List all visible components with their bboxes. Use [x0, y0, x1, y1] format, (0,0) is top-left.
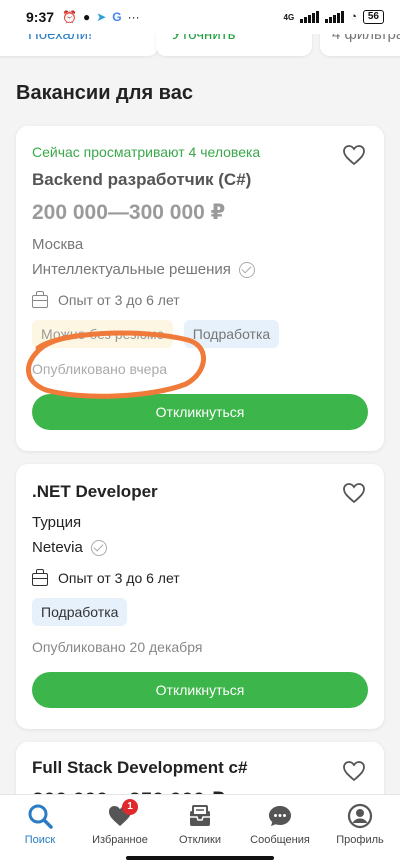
nav-profile-label: Профиль [336, 834, 384, 846]
nav-messages-label: Сообщения [250, 834, 310, 846]
city: Турция [32, 514, 82, 531]
chat-icon [267, 803, 293, 829]
respond-button[interactable]: Откликнуться [32, 672, 368, 708]
company[interactable]: Netevia [32, 539, 107, 556]
vacancy-card[interactable]: .NET Developer Турция Netevia Опыт от 3 … [16, 464, 384, 729]
vacancy-card[interactable]: Сейчас просматривают 4 человека Backend … [16, 126, 384, 451]
status-system-icons: 4G ◔ 56 [284, 10, 384, 24]
published-date: Опубликовано 20 декабря [32, 639, 203, 655]
signal-icon [300, 11, 320, 23]
status-notification-icons: ⏰ ● ➤ G ··· [62, 10, 140, 24]
profile-icon [347, 803, 373, 829]
salary: 200 000—300 000 ₽ [32, 201, 226, 224]
chat-bubble-icon: ● [82, 10, 91, 24]
more-dots-icon: ··· [127, 10, 140, 24]
verified-check-icon [238, 261, 255, 278]
company-name: Интеллектуальные решения [32, 261, 231, 278]
status-time: 9:37 [26, 9, 55, 25]
favorite-heart-icon[interactable] [342, 760, 366, 782]
briefcase-icon [32, 290, 48, 308]
nav-favorites-label: Избранное [92, 834, 148, 846]
google-icon: G [112, 10, 122, 24]
wifi-icon: ◔ [350, 11, 357, 23]
battery-icon: 56 [362, 10, 384, 24]
tags: Подработка [32, 598, 133, 626]
tag-part-time: Подработка [183, 320, 280, 348]
company[interactable]: Интеллектуальные решения [32, 261, 255, 278]
respond-button[interactable]: Откликнуться [32, 394, 368, 430]
home-indicator[interactable] [126, 856, 274, 860]
experience: Опыт от 3 до 6 лет [32, 290, 180, 308]
job-title[interactable]: .NET Developer [32, 482, 158, 502]
published-date: Опубликовано вчера [32, 361, 168, 377]
favorite-heart-icon[interactable] [342, 482, 366, 504]
tags: Можно без резюме Подработка [32, 320, 285, 348]
nav-search[interactable]: Поиск [0, 795, 80, 867]
favorites-badge: 1 [122, 799, 138, 815]
signal-icon-2 [325, 11, 345, 23]
nav-responses-label: Отклики [178, 834, 222, 846]
telegram-icon: ➤ [96, 10, 107, 24]
tag-part-time: Подработка [32, 598, 128, 626]
tag-no-resume: Можно без резюме [32, 320, 174, 348]
verified-check-icon [90, 539, 107, 556]
job-title[interactable]: Backend разработчик (C#) [32, 170, 251, 190]
experience-label: Опыт от 3 до 6 лет [58, 292, 180, 308]
experience: Опыт от 3 до 6 лет [32, 568, 180, 586]
city: Москва [32, 236, 84, 253]
screen: 9:37 ⏰ ● ➤ G ··· 4G ◔ 56 Поехали! Уточни… [0, 0, 400, 867]
job-title[interactable]: Full Stack Development c# [32, 758, 247, 778]
experience-label: Опыт от 3 до 6 лет [58, 570, 180, 586]
favorite-heart-icon[interactable] [342, 144, 366, 166]
nav-search-label: Поиск [24, 834, 56, 846]
inbox-icon [187, 803, 213, 829]
section-title: Вакансии для вас [16, 82, 193, 104]
viewers-count: Сейчас просматривают 4 человека [32, 144, 261, 160]
search-icon [27, 803, 53, 829]
status-bar: 9:37 ⏰ ● ➤ G ··· 4G ◔ 56 [0, 0, 400, 34]
network-label: 4G [283, 12, 295, 22]
alarm-icon: ⏰ [62, 10, 77, 24]
nav-profile[interactable]: Профиль [320, 795, 400, 867]
briefcase-icon [32, 568, 48, 586]
company-name: Netevia [32, 539, 83, 556]
heart-icon: 1 [107, 799, 138, 829]
